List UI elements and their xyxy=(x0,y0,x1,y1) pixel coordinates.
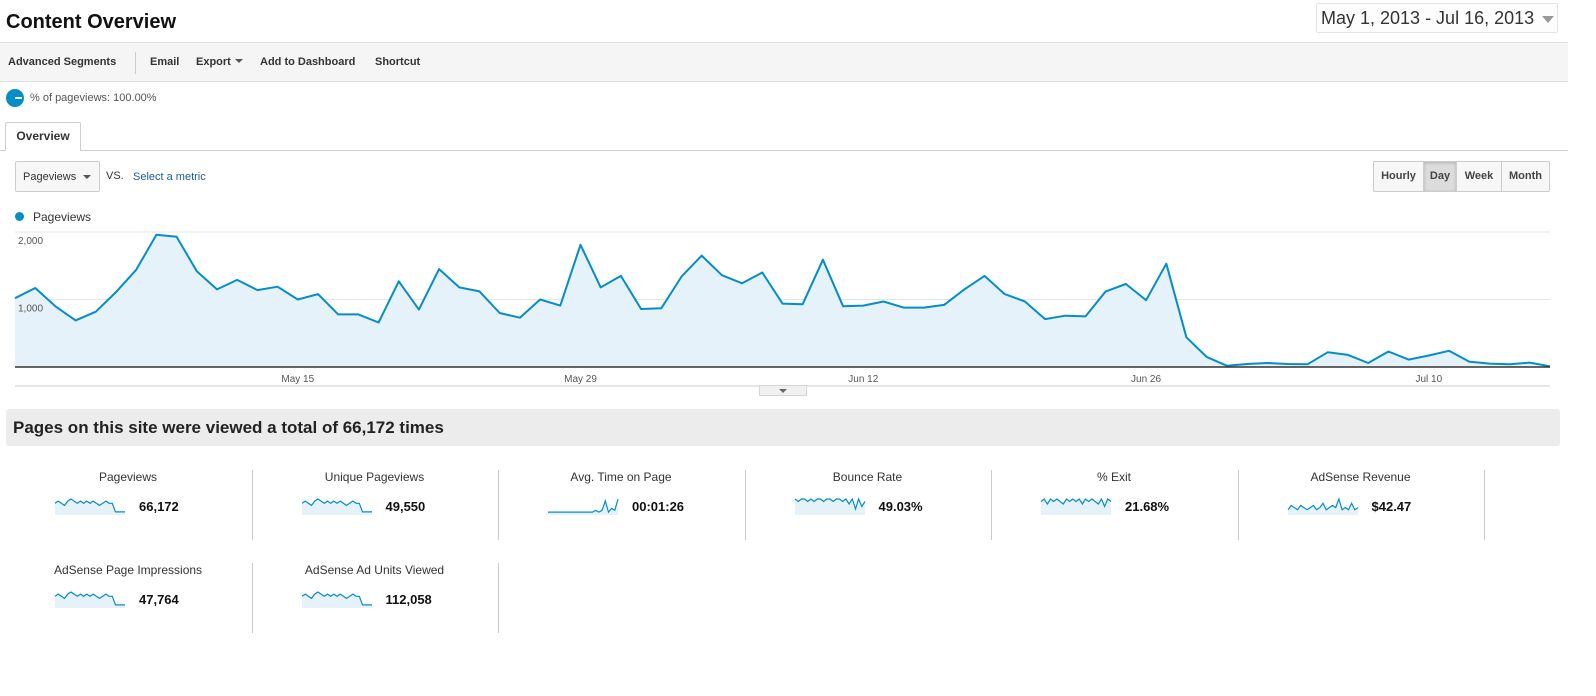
vs-label: VS. xyxy=(106,170,124,182)
stat-label: Bounce Rate xyxy=(832,470,903,484)
metric-select[interactable]: Pageviews xyxy=(15,161,100,192)
stat-label: AdSense Ad Units Viewed xyxy=(304,563,445,577)
stat-divider xyxy=(498,563,499,633)
month-button[interactable]: Month xyxy=(1502,162,1549,191)
add-to-dashboard-button[interactable]: Add to Dashboard xyxy=(260,56,355,68)
stat-label: AdSense Page Impressions xyxy=(53,563,203,577)
x-tick-label: May 29 xyxy=(564,374,597,385)
stat-label: % Exit xyxy=(1096,470,1131,484)
x-tick-label: Jul 10 xyxy=(1415,374,1442,385)
x-tick-label: Jun 12 xyxy=(848,374,878,385)
stat-value: 66,172 xyxy=(139,499,179,514)
tab-baseline xyxy=(0,150,1568,151)
stat-tile[interactable]: Avg. Time on Page 00:01:26 xyxy=(498,462,744,532)
pie-segment-icon xyxy=(6,89,24,107)
week-button[interactable]: Week xyxy=(1457,162,1502,191)
stat-divider xyxy=(1484,470,1485,540)
sparkline xyxy=(794,497,866,515)
stat-value: 47,764 xyxy=(139,592,179,607)
stat-tile[interactable]: Bounce Rate 49.03% xyxy=(745,462,991,532)
x-tick-label: May 15 xyxy=(281,374,314,385)
advanced-segments-button[interactable]: Advanced Segments xyxy=(8,56,116,68)
caret-down-icon[interactable] xyxy=(83,175,91,179)
stat-value: 49,550 xyxy=(385,499,426,514)
pageviews-chart: 2,000 1,000 May 15 May 29 Jun 12 Jun 26 Jul 10 xyxy=(14,231,1551,387)
legend-marker xyxy=(15,212,24,221)
sparkline xyxy=(301,498,372,515)
sparkline-area xyxy=(55,499,125,515)
shortcut-button[interactable]: Shortcut xyxy=(375,56,420,68)
stat-value: 21.68% xyxy=(1125,499,1170,514)
stat-label: AdSense Revenue xyxy=(1310,470,1411,484)
report-toolbar: Advanced Segments Email Export Add to Da… xyxy=(0,42,1568,82)
tab-overview[interactable]: Overview xyxy=(5,122,81,151)
stat-value: 00:01:26 xyxy=(632,499,685,514)
metric-select-value[interactable]: Pageviews xyxy=(23,171,76,183)
sparkline-area xyxy=(1287,499,1358,515)
granularity-toggle: Hourly Day Week Month xyxy=(1373,161,1550,192)
export-label[interactable]: Export xyxy=(196,56,231,68)
stat-label: Avg. Time on Page xyxy=(570,470,672,484)
sparkline-line xyxy=(548,498,619,514)
stat-label: Pageviews xyxy=(98,470,158,484)
sparkline xyxy=(54,498,125,515)
y-tick-label: 2,000 xyxy=(18,236,43,247)
sparkline xyxy=(54,591,125,608)
sparkline xyxy=(1040,497,1112,515)
page-title: Content Overview xyxy=(6,11,177,33)
stat-tile[interactable]: Unique Pageviews 49,550 xyxy=(252,462,498,532)
stat-label: Unique Pageviews xyxy=(324,470,425,484)
sparkline xyxy=(1287,497,1358,515)
sparkline xyxy=(301,591,372,608)
stat-value: 49.03% xyxy=(878,499,923,514)
sparkline-area xyxy=(301,592,372,608)
y-tick-label: 1,000 xyxy=(18,304,43,315)
summary-text: Pages on this site were viewed a total o… xyxy=(13,418,444,437)
email-button[interactable]: Email xyxy=(150,56,179,68)
toolbar-divider xyxy=(135,52,136,74)
stat-tile[interactable]: AdSense Revenue $42.47 xyxy=(1238,462,1484,532)
chart-resize-handle[interactable] xyxy=(759,385,807,396)
select-metric-link[interactable]: Select a metric xyxy=(133,171,206,183)
sparkline-area xyxy=(301,499,372,515)
series-area xyxy=(15,234,1550,367)
caret-down-icon[interactable] xyxy=(779,389,787,393)
sparkline xyxy=(548,498,619,515)
hourly-button[interactable]: Hourly xyxy=(1374,162,1424,191)
date-range-picker[interactable]: May 1, 2013 - Jul 16, 2013 xyxy=(1316,3,1558,33)
segment-label: % of pageviews: 100.00% xyxy=(30,92,157,104)
stat-tile[interactable]: Pageviews 66,172 xyxy=(5,462,251,532)
sparkline-area xyxy=(55,592,125,608)
day-button[interactable]: Day xyxy=(1424,162,1457,191)
date-range-text[interactable]: May 1, 2013 - Jul 16, 2013 xyxy=(1321,8,1534,29)
page-header: Content Overview May 1, 2013 - Jul 16, 2… xyxy=(0,0,1596,42)
stat-value: $42.47 xyxy=(1371,499,1412,514)
x-tick-label: Jun 26 xyxy=(1131,374,1161,385)
chevron-down-icon[interactable] xyxy=(1542,16,1554,23)
stat-value: 112,058 xyxy=(385,592,432,607)
summary-bar: Pages on this site were viewed a total o… xyxy=(6,409,1560,446)
export-button[interactable]: Export xyxy=(196,56,243,68)
caret-down-icon[interactable] xyxy=(234,59,243,63)
stat-tile[interactable]: AdSense Ad Units Viewed 112,058 xyxy=(252,555,498,625)
stat-tile[interactable]: % Exit 21.68% xyxy=(991,462,1237,532)
stat-tile[interactable]: AdSense Page Impressions 47,764 xyxy=(5,555,251,625)
